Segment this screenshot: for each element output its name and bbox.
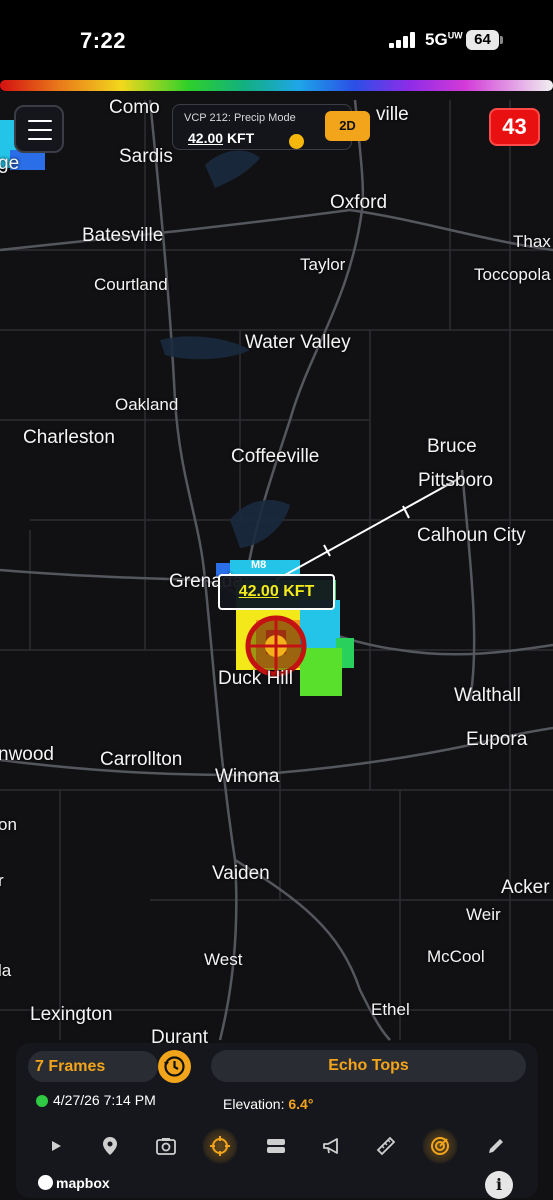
play-icon[interactable]: [36, 1128, 76, 1164]
place-label: Calhoun City: [417, 525, 526, 546]
screenshot-icon[interactable]: [146, 1128, 186, 1164]
place-label: Vaiden: [212, 863, 270, 884]
place-label: Batesville: [82, 225, 164, 246]
ruler-icon[interactable]: [366, 1128, 406, 1164]
map-canvas: [0, 99, 553, 1041]
alert-count-badge[interactable]: 43: [489, 108, 540, 146]
place-label: Toccopola: [474, 265, 551, 284]
radar-map[interactable]: Como ville Sardis ge Oxford Batesville T…: [0, 91, 553, 1200]
mapbox-logo-icon: [38, 1175, 53, 1190]
place-label: nwood: [0, 744, 54, 765]
info-icon[interactable]: i: [485, 1171, 513, 1199]
place-label: Charleston: [23, 427, 115, 448]
place-label: la: [0, 961, 12, 980]
vcp-value: 42.00 KFT: [188, 130, 255, 146]
frames-button[interactable]: 7 Frames: [28, 1051, 158, 1082]
network-type: 5GUW: [425, 30, 463, 49]
vcp-card[interactable]: VCP 212: Precip Mode 42.00 KFT 2D: [172, 104, 370, 150]
place-label: Oakland: [115, 395, 179, 414]
place-label: Como: [109, 97, 160, 118]
place-label: Coffeeville: [231, 446, 320, 467]
place-label: Acker: [501, 877, 550, 898]
place-label: r: [0, 871, 4, 890]
status-time: 7:22: [80, 28, 127, 53]
place-label: McCool: [427, 947, 485, 966]
place-label: Weir: [466, 905, 501, 924]
pencil-icon[interactable]: [476, 1128, 516, 1164]
vcp-status-dot-icon: [289, 134, 304, 149]
place-label: Lexington: [30, 1004, 113, 1025]
color-scale-bar: [0, 80, 553, 91]
history-icon[interactable]: [158, 1050, 191, 1083]
location-pin-icon[interactable]: [90, 1128, 130, 1164]
crosshair-icon[interactable]: [200, 1128, 240, 1164]
place-label: Courtland: [94, 275, 168, 294]
echo-top-readout[interactable]: 42.00 KFT: [218, 574, 335, 610]
place-label: Carrollton: [100, 749, 183, 770]
bottom-toolbar: [16, 1128, 538, 1164]
mapbox-logo: mapbox: [38, 1175, 110, 1191]
place-label: Eupora: [466, 729, 528, 750]
place-label: Sardis: [119, 146, 173, 167]
place-label: Bruce: [427, 436, 477, 457]
place-label: Taylor: [300, 255, 346, 274]
live-status-dot-icon: [36, 1095, 48, 1107]
storm-id-label[interactable]: M8: [251, 559, 266, 571]
product-selector-button[interactable]: Echo Tops: [211, 1050, 526, 1082]
place-label: Pittsboro: [418, 470, 493, 491]
frame-timestamp: 4/27/26 7:14 PM: [53, 1092, 156, 1108]
megaphone-icon[interactable]: [312, 1128, 352, 1164]
place-label: Walthall: [454, 685, 521, 706]
place-label: Ethel: [371, 1000, 410, 1019]
place-label: ge: [0, 153, 20, 174]
layers-icon[interactable]: [256, 1128, 296, 1164]
vcp-title: VCP 212: Precip Mode: [184, 112, 296, 124]
place-label: West: [204, 950, 243, 969]
mode-2d-button[interactable]: 2D: [325, 111, 370, 141]
place-label: Oxford: [330, 192, 388, 213]
signal-icon: [389, 32, 415, 48]
target-reticle: [245, 615, 307, 677]
place-label: Thax: [513, 232, 551, 251]
menu-button[interactable]: [14, 105, 64, 153]
battery-indicator: 64: [466, 30, 503, 50]
radar-icon[interactable]: [420, 1128, 460, 1164]
status-bar: 7:22 5GUW 64: [0, 0, 553, 80]
place-label: on: [0, 815, 17, 834]
place-label: Winona: [215, 766, 280, 787]
elevation-readout: Elevation: 6.4°: [223, 1096, 314, 1112]
place-label: ville: [376, 104, 409, 125]
place-label: Duck Hill: [218, 668, 293, 689]
place-label: Water Valley: [245, 332, 351, 353]
